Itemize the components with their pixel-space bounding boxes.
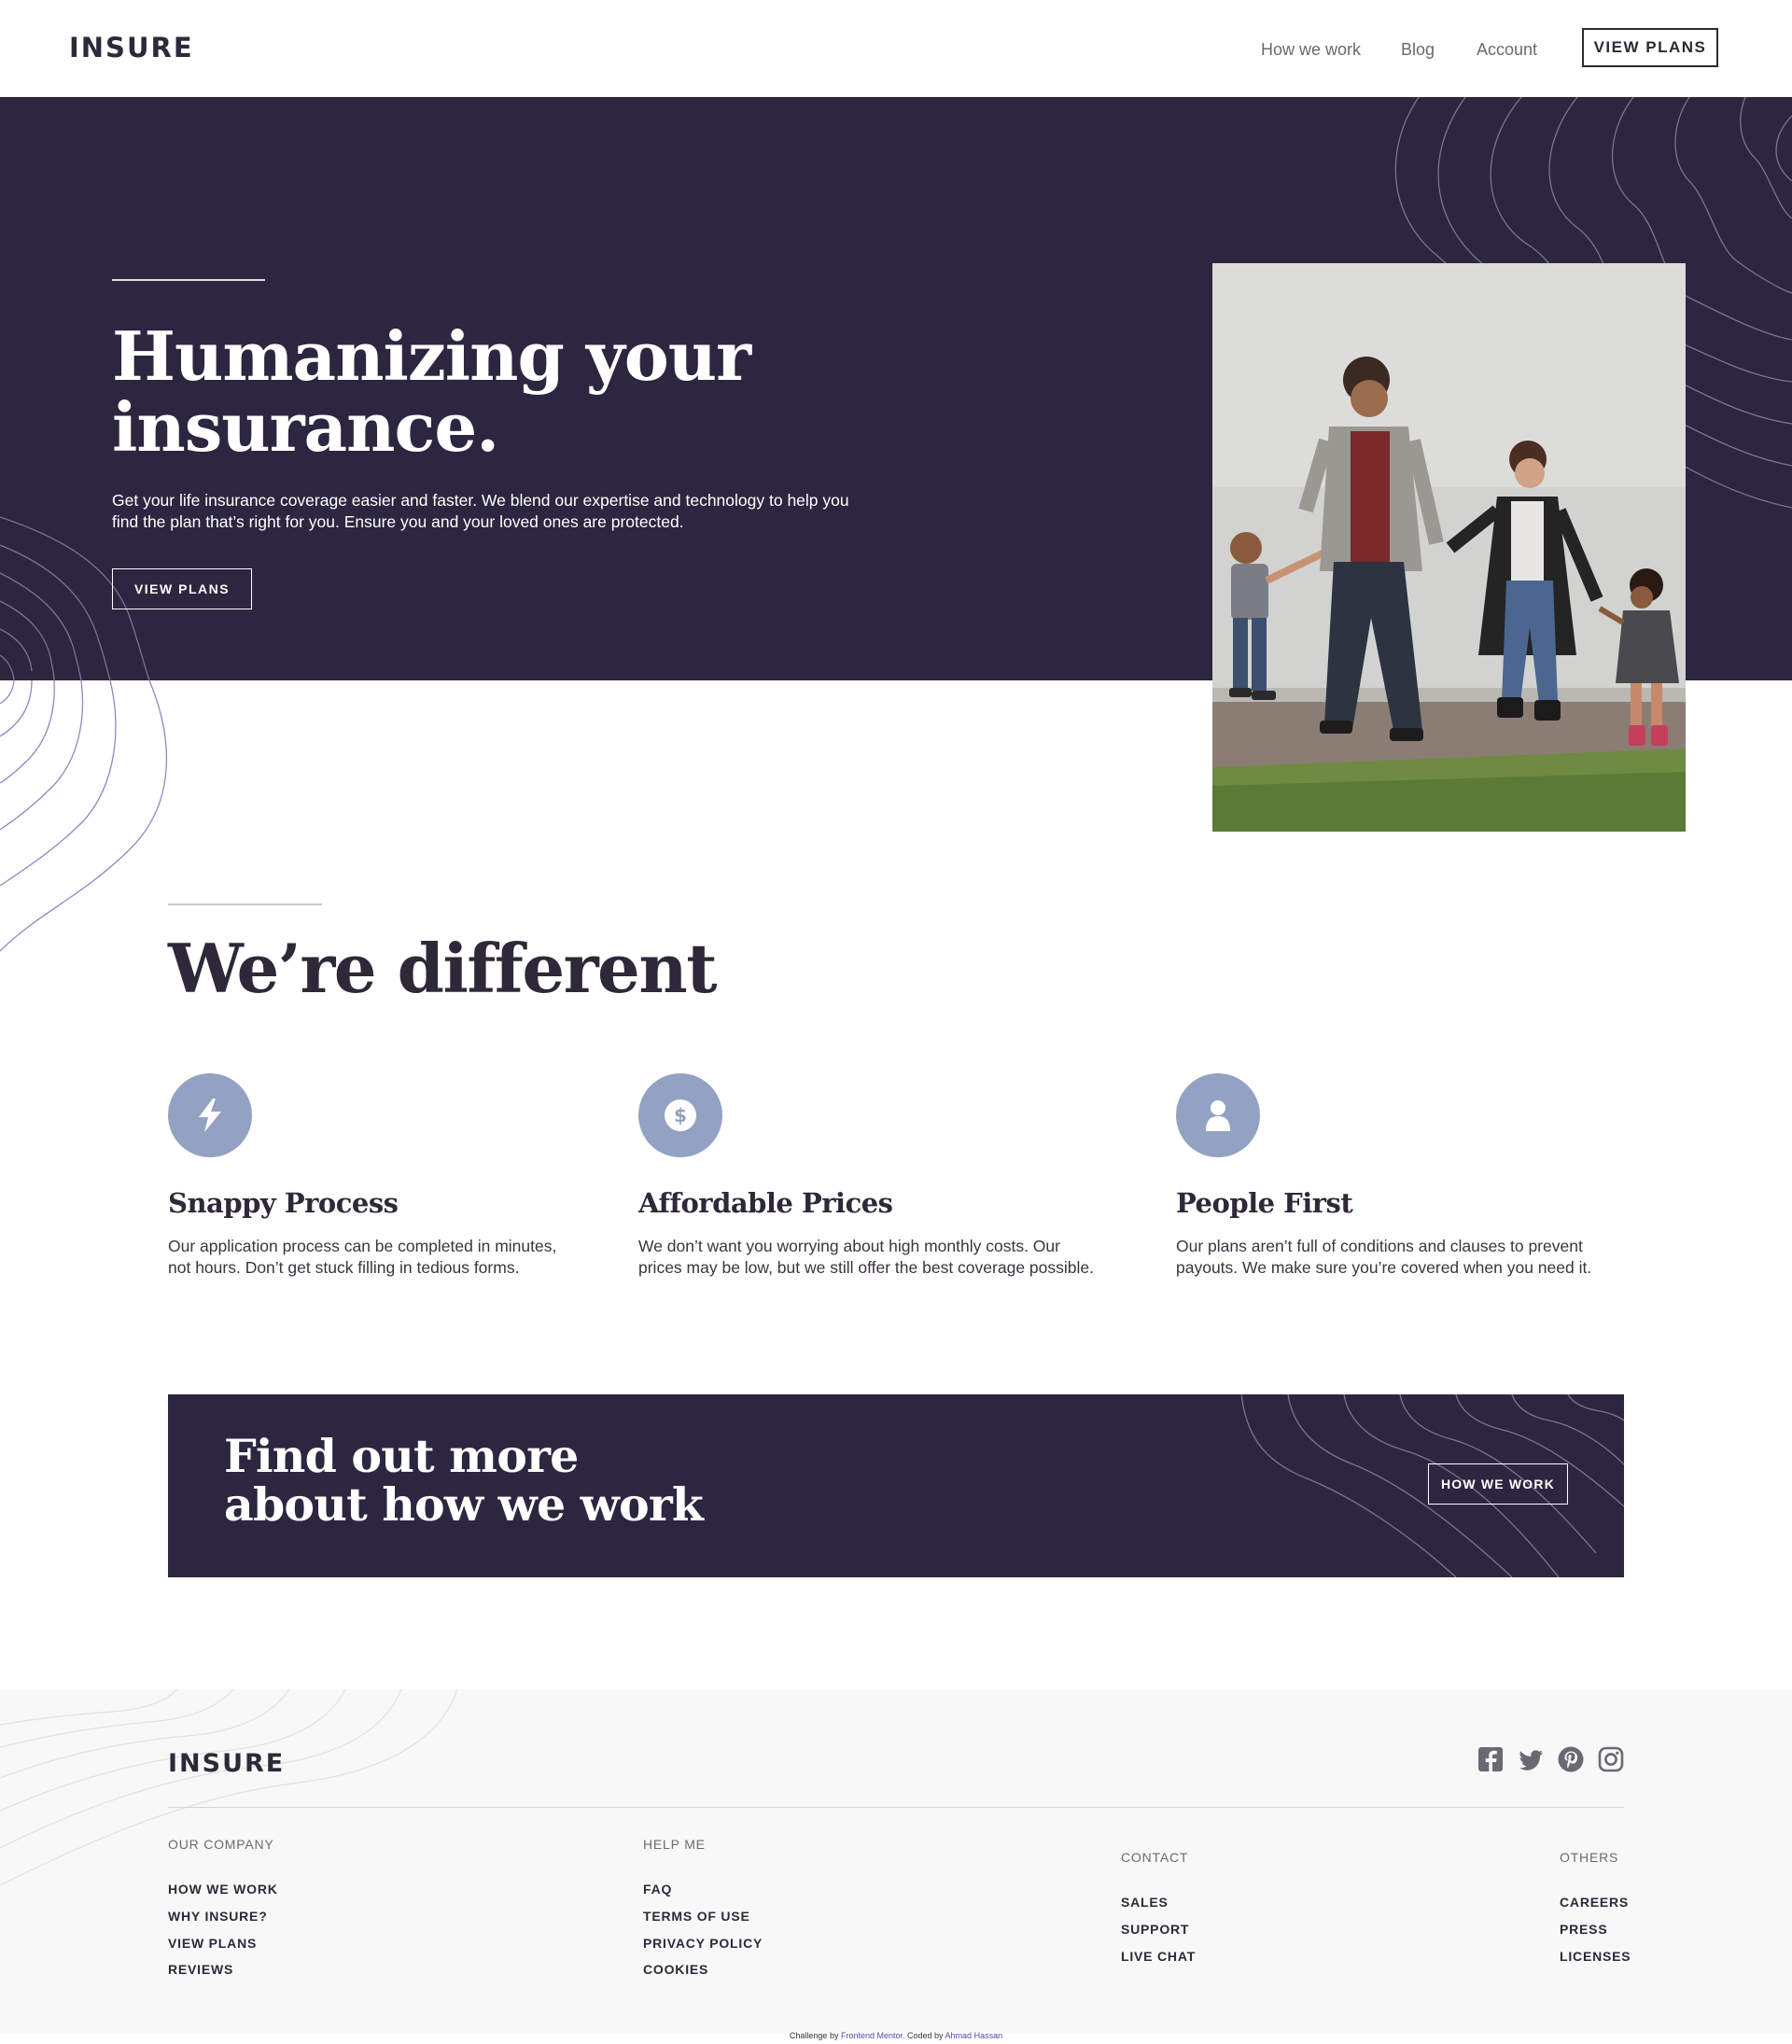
footer-link[interactable]: PRIVACY POLICY	[643, 1936, 763, 1951]
feature-title: Affordable Prices	[638, 1187, 893, 1219]
section-pattern-left	[0, 680, 168, 952]
how-we-work-button[interactable]: HOW WE WORK	[1428, 1463, 1568, 1505]
footer-link[interactable]: WHY INSURE?	[168, 1909, 268, 1924]
banner-title-line1: Find out more	[224, 1429, 579, 1483]
site-header: INSURE How we work Blog Account VIEW PLA…	[0, 0, 1792, 97]
feature-text: Our application process can be completed…	[168, 1236, 653, 1279]
banner-title-line2: about how we work	[224, 1477, 704, 1532]
feature-text-line1: Our plans aren’t full of conditions and …	[1176, 1237, 1583, 1255]
header-logo[interactable]: INSURE	[69, 32, 194, 63]
footer-pattern	[0, 1689, 458, 1886]
hero-title-line1: Humanizing your	[112, 316, 751, 396]
author-link[interactable]: Ahmad Hassan	[945, 2031, 1003, 2040]
nav-account[interactable]: Account	[1477, 40, 1537, 60]
footer-link[interactable]: SALES	[1121, 1895, 1169, 1910]
hero-text-line2: find the plan that’s right for you. Ensu…	[112, 512, 684, 531]
feature-card-people: People First Our plans aren’t full of co…	[1176, 1073, 1661, 1279]
footer-heading-others: OTHERS	[1560, 1850, 1619, 1865]
feature-text: Our plans aren’t full of conditions and …	[1176, 1236, 1661, 1279]
feature-text-line1: Our application process can be completed…	[168, 1237, 557, 1255]
footer-link[interactable]: CAREERS	[1560, 1895, 1629, 1910]
dollar-icon: $	[638, 1073, 722, 1157]
footer-link[interactable]: COOKIES	[643, 1962, 708, 1977]
section-divider	[168, 903, 322, 905]
hero-description: Get your life insurance coverage easier …	[112, 490, 896, 533]
frontend-mentor-link[interactable]: Frontend Mentor	[841, 2031, 903, 2040]
instagram-icon[interactable]	[1597, 1745, 1625, 1773]
footer-link[interactable]: HOW WE WORK	[168, 1882, 278, 1897]
footer-link[interactable]: TERMS OF USE	[643, 1909, 750, 1924]
credit-prefix: Challenge by	[789, 2031, 841, 2040]
how-we-work-banner: Find out more about how we work HOW WE W…	[168, 1394, 1624, 1577]
nav-how-we-work[interactable]: How we work	[1261, 40, 1361, 60]
feature-card-affordable: $ Affordable Prices We don’t want you wo…	[638, 1073, 1124, 1279]
pinterest-icon[interactable]	[1557, 1745, 1585, 1773]
family-photo	[1212, 263, 1686, 832]
hero-title-line2: insurance.	[112, 387, 499, 467]
footer-link[interactable]: LICENSES	[1560, 1949, 1631, 1964]
footer-divider	[168, 1807, 1624, 1808]
credit-mid: . Coded by	[903, 2031, 945, 2040]
section-title: We’re different	[168, 929, 717, 1008]
view-plans-nav-button[interactable]: VIEW PLANS	[1582, 28, 1718, 67]
svg-text:$: $	[674, 1104, 687, 1127]
hero-view-plans-button[interactable]: VIEW PLANS	[112, 568, 252, 609]
footer-heading-company: OUR COMPANY	[168, 1837, 274, 1852]
hero-divider	[112, 279, 265, 281]
twitter-icon[interactable]	[1517, 1745, 1545, 1773]
banner-title: Find out more about how we work	[224, 1429, 704, 1532]
feature-text-line2: prices may be low, but we still offer th…	[638, 1258, 1094, 1277]
hero-title: Humanizing your insurance.	[112, 321, 765, 463]
feature-text-line2: payouts. We make sure you’re covered whe…	[1176, 1258, 1592, 1277]
feature-title: People First	[1176, 1187, 1353, 1219]
feature-text: We don’t want you worrying about high mo…	[638, 1236, 1124, 1279]
footer-link[interactable]: REVIEWS	[168, 1962, 233, 1977]
person-icon	[1176, 1073, 1260, 1157]
attribution: Challenge by Frontend Mentor. Coded by A…	[0, 2031, 1792, 2040]
feature-card-snappy: Snappy Process Our application process c…	[168, 1073, 653, 1279]
footer-link[interactable]: LIVE CHAT	[1121, 1949, 1196, 1964]
footer-heading-contact: CONTACT	[1121, 1850, 1189, 1865]
footer-link[interactable]: VIEW PLANS	[168, 1936, 257, 1951]
hero-text-line1: Get your life insurance coverage easier …	[112, 491, 849, 510]
footer-link[interactable]: SUPPORT	[1121, 1922, 1189, 1937]
footer-link[interactable]: PRESS	[1560, 1922, 1607, 1937]
footer-logo[interactable]: INSURE	[168, 1749, 285, 1778]
feature-text-line2: not hours. Don’t get stuck filling in te…	[168, 1258, 520, 1277]
footer-link[interactable]: FAQ	[643, 1882, 672, 1897]
site-footer: INSURE OUR COMPANY HOW WE WORK WHY INSUR…	[0, 1689, 1792, 2033]
feature-text-line1: We don’t want you worrying about high mo…	[638, 1237, 1060, 1255]
nav-blog[interactable]: Blog	[1401, 40, 1435, 60]
footer-heading-help: HELP ME	[643, 1837, 706, 1852]
lightning-icon	[168, 1073, 252, 1157]
facebook-icon[interactable]	[1477, 1745, 1505, 1773]
feature-title: Snappy Process	[168, 1187, 399, 1219]
